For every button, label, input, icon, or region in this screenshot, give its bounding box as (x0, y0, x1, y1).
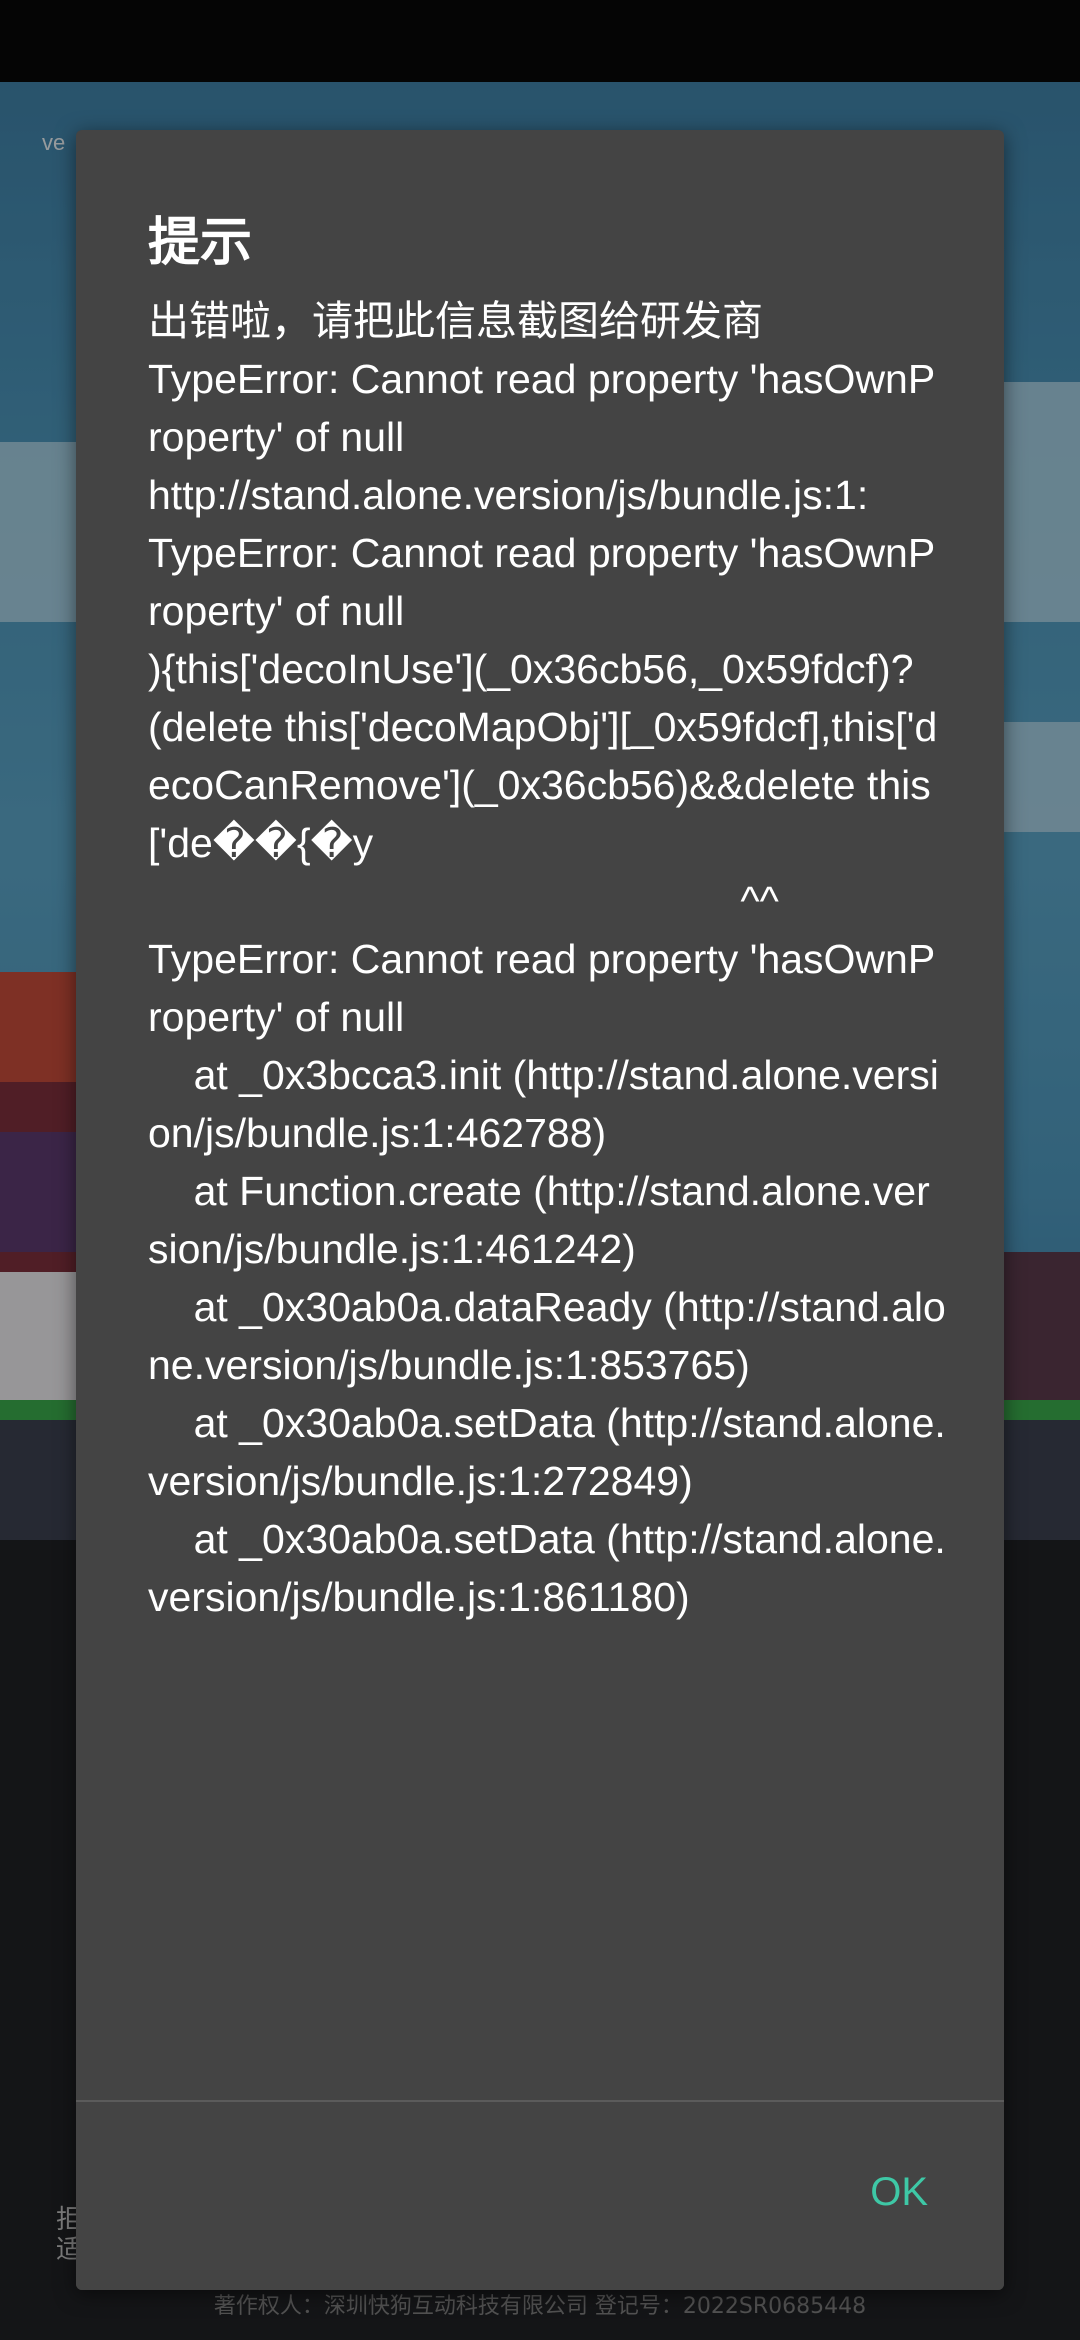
dialog-message-scroll[interactable]: 出错啦，请把此信息截图给研发商 TypeError: Cannot read p… (148, 292, 948, 2222)
dialog-title: 提示 (148, 213, 253, 273)
screen: ve 拒 适 著作权人：深圳快狗互动科技有限公司 登记号：2022SR06854… (0, 0, 1080, 2340)
status-bar (0, 0, 1080, 82)
dialog-footer: OK (76, 2102, 1004, 2290)
ok-button[interactable]: OK (866, 2162, 932, 2223)
error-dialog: 提示 出错啦，请把此信息截图给研发商 TypeError: Cannot rea… (76, 130, 1004, 2290)
error-message: 出错啦，请把此信息截图给研发商 TypeError: Cannot read p… (148, 298, 946, 1620)
